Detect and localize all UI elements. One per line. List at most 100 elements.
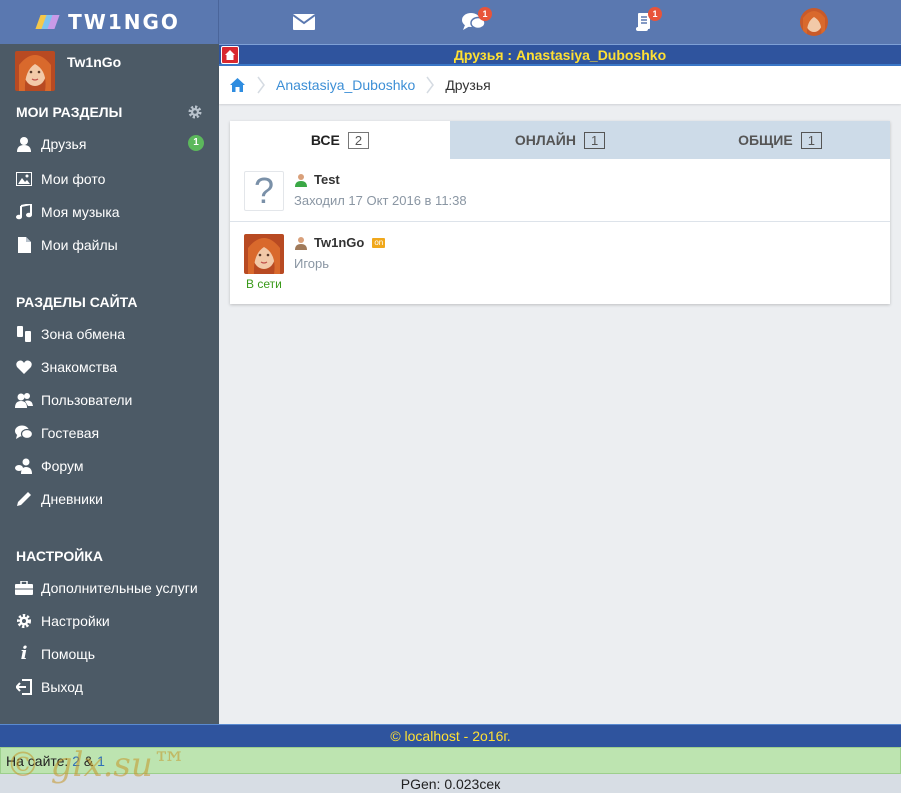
users-icon — [15, 391, 33, 409]
online-counter: На сайте: 2 & 1 — [0, 747, 901, 774]
sidebar-item-music[interactable]: Моя музыка — [0, 195, 219, 228]
sidebar-item-label: Мои файлы — [41, 236, 118, 253]
user-status-icon — [295, 173, 307, 187]
sidebar-item-photos[interactable]: Мои фото — [0, 162, 219, 195]
sidebar-profile[interactable]: Tw1nGo — [0, 44, 219, 94]
section-header-site: РАЗДЕЛЫ САЙТА — [0, 287, 219, 317]
info-icon: i — [20, 643, 28, 664]
logo-mark-icon — [35, 15, 62, 29]
file-icon — [15, 236, 33, 254]
friend-name-row: Test — [294, 172, 340, 187]
friends-badge: 1 — [188, 135, 204, 151]
sidebar-item-label: Выход — [41, 678, 83, 695]
logout-icon — [15, 678, 33, 696]
breadcrumb: Anastasiya_Duboshko Друзья — [219, 66, 901, 104]
sidebar-item-guestbook[interactable]: Гостевая — [0, 416, 219, 449]
logo[interactable]: TW1NGO — [0, 0, 219, 44]
online-separator: & — [83, 753, 94, 769]
sidebar-item-label: Зона обмена — [41, 325, 126, 342]
sidebar-item-dating[interactable]: Знакомства — [0, 350, 219, 383]
home-icon — [225, 50, 235, 60]
briefcase-icon — [15, 579, 33, 597]
logo-text: TW1NGO — [68, 10, 180, 34]
forum-icon — [15, 457, 33, 475]
friend-real-name: Игорь — [294, 256, 330, 271]
sidebar-item-files[interactable]: Мои файлы — [0, 228, 219, 261]
sidebar-item-label: Помощь — [41, 645, 96, 662]
sidebar-item-label: Дополнительные услуги — [41, 579, 198, 596]
sidebar-item-label: Дневники — [41, 490, 103, 507]
avatar — [800, 8, 828, 36]
list-item[interactable]: ? Test Заходил 17 Окт 2016 в 11:38 — [230, 159, 890, 222]
section-title: НАСТРОЙКА — [16, 548, 103, 564]
sidebar-item-diaries[interactable]: Дневники — [0, 482, 219, 515]
picture-icon — [15, 170, 33, 188]
online-status: В сети — [246, 277, 282, 291]
gear-icon — [15, 612, 33, 630]
friends-card: ВСЕ 2 ОНЛАЙН 1 ОБЩИЕ 1 ? Test Заходил 17… — [230, 121, 890, 304]
avatar[interactable] — [244, 234, 284, 274]
online-badge: on — [372, 237, 386, 248]
sidebar-item-forum[interactable]: Форум — [0, 449, 219, 482]
gear-icon[interactable] — [187, 104, 203, 120]
page-title: Друзья : Anastasiya_Duboshko — [453, 47, 667, 63]
page-title-bar: Друзья : Anastasiya_Duboshko — [219, 44, 901, 66]
home-button[interactable] — [221, 46, 239, 64]
tab-label: ВСЕ — [310, 132, 340, 148]
online-users-link[interactable]: 2 — [72, 753, 80, 769]
sidebar-item-label: Пользователи — [41, 391, 133, 408]
home-icon[interactable] — [229, 77, 246, 93]
tab-count: 1 — [583, 131, 606, 149]
sidebar-username: Tw1nGo — [67, 54, 122, 70]
tab-mutual[interactable]: ОБЩИЕ 1 — [670, 121, 890, 159]
section-title: РАЗДЕЛЫ САЙТА — [16, 294, 138, 310]
comments-button[interactable]: 1 — [444, 0, 504, 44]
top-bar: TW1NGO 1 1 — [0, 0, 901, 44]
tab-label: ОНЛАЙН — [514, 132, 576, 148]
tab-online[interactable]: ОНЛАЙН 1 — [450, 121, 670, 159]
comments-icon — [15, 424, 33, 442]
sidebar-item-services[interactable]: Дополнительные услуги — [0, 571, 219, 604]
comments-badge: 1 — [478, 7, 492, 21]
music-icon — [15, 203, 33, 221]
sidebar-item-label: Мои фото — [41, 170, 106, 187]
online-label: На сайте: — [6, 753, 69, 769]
tab-label: ОБЩИЕ — [738, 132, 793, 148]
avatar-placeholder[interactable]: ? — [244, 170, 284, 211]
friends-tabs: ВСЕ 2 ОНЛАЙН 1 ОБЩИЕ 1 — [230, 121, 890, 159]
sidebar-item-exchange[interactable]: Зона обмена — [0, 317, 219, 350]
sidebar-item-logout[interactable]: Выход — [0, 670, 219, 703]
friend-name[interactable]: Tw1nGo — [314, 235, 364, 250]
sidebar-item-settings[interactable]: Настройки — [0, 604, 219, 637]
online-guests-link[interactable]: 1 — [97, 753, 105, 769]
list-item[interactable]: Tw1nGo on Игорь В сети — [230, 222, 890, 304]
chevron-right-icon — [426, 76, 435, 94]
friend-last-seen: Заходил 17 Окт 2016 в 11:38 — [294, 193, 467, 208]
sidebar-item-friends[interactable]: Друзья 1 — [0, 127, 219, 160]
notifications-button[interactable]: 1 — [614, 0, 674, 44]
page-generation-time: PGen: 0.023сек — [0, 774, 901, 793]
sidebar-item-users[interactable]: Пользователи — [0, 383, 219, 416]
friend-name[interactable]: Test — [314, 172, 340, 187]
sidebar-item-label: Настройки — [41, 612, 110, 629]
pencil-icon — [15, 490, 33, 508]
section-header-my: МОИ РАЗДЕЛЫ — [0, 97, 219, 127]
section-header-settings: НАСТРОЙКА — [0, 541, 219, 571]
sidebar-item-help[interactable]: i Помощь — [0, 637, 219, 670]
user-icon — [15, 135, 33, 153]
sidebar-item-label: Форум — [41, 457, 84, 474]
sidebar: Tw1nGo МОИ РАЗДЕЛЫ Друзья 1 Мои фото Моя… — [0, 44, 219, 724]
notifications-badge: 1 — [648, 7, 662, 21]
friend-name-row: Tw1nGo on — [294, 235, 386, 250]
exchange-icon — [15, 325, 33, 343]
sidebar-item-label: Знакомства — [41, 358, 118, 375]
envelope-icon — [293, 14, 315, 30]
profile-menu-button[interactable] — [784, 0, 844, 44]
heart-icon — [15, 358, 33, 376]
tab-all[interactable]: ВСЕ 2 — [230, 121, 450, 159]
section-title: МОИ РАЗДЕЛЫ — [16, 104, 123, 120]
tab-count: 2 — [347, 131, 370, 149]
breadcrumb-link[interactable]: Anastasiya_Duboshko — [276, 77, 415, 93]
messages-button[interactable] — [274, 0, 334, 44]
footer-copyright: © localhost - 2o16г. — [0, 724, 901, 747]
